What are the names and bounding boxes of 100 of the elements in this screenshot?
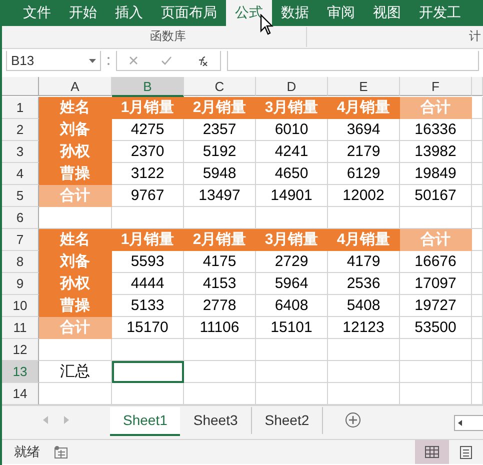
row-header[interactable]: 11: [2, 317, 39, 339]
column-header[interactable]: C: [184, 77, 256, 96]
sheet-tab[interactable]: Sheet3: [180, 407, 252, 434]
table-cell: 4275: [112, 119, 184, 141]
table-cell: 11106: [184, 317, 256, 339]
row-header[interactable]: 6: [2, 207, 39, 229]
table-cell: 50167: [400, 185, 472, 207]
table-cell: 1月销量: [112, 229, 184, 251]
table-cell: [112, 339, 184, 361]
column-header[interactable]: E: [328, 77, 400, 96]
grid-icon: [425, 446, 439, 458]
horizontal-scrollbar[interactable]: [454, 415, 483, 431]
ribbon-tab[interactable]: 文件: [14, 0, 60, 26]
table-cell: 4179: [328, 251, 400, 273]
table-cell: [256, 339, 328, 361]
table-cell: 3694: [328, 119, 400, 141]
add-sheet-icon[interactable]: [345, 412, 362, 428]
table-cell: 19849: [400, 163, 472, 185]
table-cell: 4月销量: [328, 97, 400, 119]
table-cell: [472, 119, 483, 141]
table-cell: 孙权: [39, 141, 112, 163]
table-cell: 12123: [328, 317, 400, 339]
table-cell: 3122: [112, 163, 184, 185]
table-cell: 4153: [184, 273, 256, 295]
table-cell: 5593: [112, 251, 184, 273]
table-cell: 6129: [328, 163, 400, 185]
group-label: 计: [469, 28, 482, 45]
table-cell: 合计: [400, 97, 472, 119]
sheet-tab[interactable]: Sheet2: [252, 407, 324, 434]
column-header[interactable]: F: [400, 77, 472, 96]
name-box[interactable]: B13: [6, 51, 101, 71]
row-header[interactable]: 10: [2, 295, 39, 317]
formula-input[interactable]: [227, 51, 479, 71]
table-cell: [472, 229, 483, 251]
ribbon-tab[interactable]: 开发工: [410, 0, 470, 26]
table-cell: 53500: [400, 317, 472, 339]
ribbon-tab[interactable]: 插入: [106, 0, 152, 26]
table-cell: 曹操: [39, 295, 112, 317]
page-icon: [460, 446, 472, 458]
ribbon-tab[interactable]: 视图: [364, 0, 410, 26]
table-cell: 3月销量: [256, 229, 328, 251]
table-cell: 3月销量: [256, 97, 328, 119]
table-cell: [472, 185, 483, 207]
macro-record-icon[interactable]: [54, 445, 68, 459]
row-header[interactable]: 8: [2, 251, 39, 273]
ribbon-tab[interactable]: 审阅: [318, 0, 364, 26]
row-header[interactable]: 12: [2, 339, 39, 361]
ribbon-tab[interactable]: 数据: [272, 0, 318, 26]
row-header[interactable]: 3: [2, 141, 39, 163]
table-cell: 刘备: [39, 251, 112, 273]
table-cell: 2536: [328, 273, 400, 295]
table-cell: 姓名: [39, 229, 112, 251]
active-cell[interactable]: [112, 361, 184, 383]
column-header[interactable]: B: [112, 77, 184, 97]
table-cell: 19727: [400, 295, 472, 317]
function-icon[interactable]: [196, 56, 208, 66]
table-cell: [472, 317, 483, 339]
row-header[interactable]: 1: [2, 97, 39, 119]
table-cell: 5192: [184, 141, 256, 163]
table-cell: 13497: [184, 185, 256, 207]
table-cell: 2月销量: [184, 97, 256, 119]
table-cell: 5133: [112, 295, 184, 317]
row-header[interactable]: 7: [2, 229, 39, 251]
table-cell: 5948: [184, 163, 256, 185]
table-cell: 5964: [256, 273, 328, 295]
ribbon-tab[interactable]: 开始: [60, 0, 106, 26]
table-cell: 16676: [400, 251, 472, 273]
table-cell: 6010: [256, 119, 328, 141]
table-cell: [472, 361, 483, 383]
more-icon: [107, 56, 110, 66]
table-cell: 2179: [328, 141, 400, 163]
table-cell: 姓名: [39, 97, 112, 119]
row-header[interactable]: 2: [2, 119, 39, 141]
row-header[interactable]: 14: [2, 383, 39, 405]
table-cell: [472, 141, 483, 163]
group-label: 函数库: [150, 28, 186, 45]
table-cell: 4444: [112, 273, 184, 295]
table-cell: 合计: [400, 229, 472, 251]
table-cell: 4175: [184, 251, 256, 273]
table-cell: 17097: [400, 273, 472, 295]
table-cell: 2357: [184, 119, 256, 141]
dropdown-icon[interactable]: [89, 58, 96, 62]
table-cell: 2778: [184, 295, 256, 317]
row-header[interactable]: 4: [2, 163, 39, 185]
table-cell: 1月销量: [112, 97, 184, 119]
table-cell: 4650: [256, 163, 328, 185]
column-header[interactable]: A: [39, 77, 112, 96]
row-header[interactable]: 9: [2, 273, 39, 295]
table-cell: 12002: [328, 185, 400, 207]
row-header[interactable]: 13: [2, 361, 39, 383]
row-header[interactable]: 5: [2, 185, 39, 207]
normal-view-button[interactable]: [415, 440, 449, 464]
column-header[interactable]: D: [256, 77, 328, 96]
table-cell: 2729: [256, 251, 328, 273]
table-cell: [472, 273, 483, 295]
status-text: 就绪: [14, 443, 40, 461]
ribbon-tab[interactable]: 页面布局: [152, 0, 226, 26]
table-cell: [472, 339, 483, 361]
table-cell: 5408: [328, 295, 400, 317]
sheet-tab[interactable]: Sheet1: [110, 407, 180, 436]
